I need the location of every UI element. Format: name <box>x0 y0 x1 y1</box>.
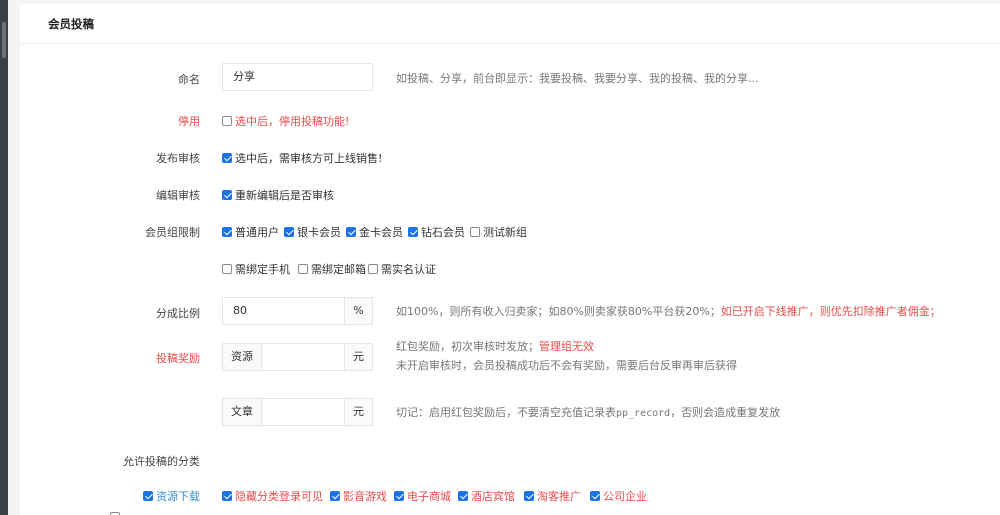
require-checkbox[interactable] <box>222 264 232 274</box>
app-sidebar-edge <box>0 0 8 515</box>
group-checkbox[interactable] <box>222 227 232 237</box>
edit-review-label: 编辑审核 <box>156 189 200 202</box>
disable-label: 停用 <box>178 115 200 128</box>
resource-unit: 元 <box>344 343 373 371</box>
group-option-test[interactable]: 测试新组 <box>470 224 527 240</box>
group-checkbox[interactable] <box>470 227 480 237</box>
require-realname-option[interactable]: 需实名认证 <box>368 261 436 277</box>
share-ratio-input[interactable]: 80 <box>222 297 345 325</box>
publish-review-checkbox[interactable] <box>222 153 232 163</box>
require-email-option[interactable]: 需绑定邮箱 <box>298 261 366 277</box>
percent-addon: % <box>344 297 373 325</box>
name-hint: 如投稿、分享，前台即显示：我要投稿、我要分享、我的投稿、我的分享... <box>396 72 759 85</box>
name-label: 命名 <box>178 73 200 86</box>
resource-reward-input[interactable] <box>261 343 345 371</box>
disable-text: 选中后，停用投稿功能! <box>235 115 350 128</box>
category-company[interactable]: 公司企业 <box>590 488 647 504</box>
category-checkbox[interactable] <box>394 491 404 501</box>
group-option-silver[interactable]: 银卡会员 <box>284 224 341 240</box>
reward-label: 投稿奖励 <box>156 352 200 365</box>
require-checkbox[interactable] <box>298 264 308 274</box>
category-parent-resource[interactable]: 资源下载 <box>143 488 200 504</box>
share-ratio-label: 分成比例 <box>156 307 200 320</box>
category-taoke[interactable]: 淘客推广 <box>524 488 581 504</box>
article-unit: 元 <box>344 398 373 426</box>
reward-hint-2: 未开启审核时，会员投稿成功后不会有奖励，需要后台反审再审后获得 <box>396 359 737 372</box>
publish-review-option[interactable]: 选中后，需审核方可上线销售! <box>222 150 382 166</box>
group-option-gold[interactable]: 金卡会员 <box>346 224 403 240</box>
sidebar-scroll-handle[interactable] <box>2 22 6 58</box>
share-ratio-hint: 如100%，则所有收入归卖家；如80%则卖家获80%平台获20%；如已开启下线推… <box>396 305 941 318</box>
name-input[interactable]: 分享 <box>222 63 373 91</box>
article-prefix: 文章 <box>222 398 262 426</box>
disable-option[interactable]: 选中后，停用投稿功能! <box>222 113 349 129</box>
panel-title: 会员投稿 <box>20 4 1000 44</box>
category-checkbox[interactable] <box>222 491 232 501</box>
group-checkbox[interactable] <box>346 227 356 237</box>
category-checkbox[interactable] <box>524 491 534 501</box>
member-group-label: 会员组限制 <box>145 226 200 239</box>
edit-review-option[interactable]: 重新编辑后是否审核 <box>222 187 334 203</box>
resource-prefix: 资源 <box>222 343 262 371</box>
member-submission-panel: 会员投稿 命名 分享 如投稿、分享，前台即显示：我要投稿、我要分享、我的投稿、我… <box>20 4 1000 515</box>
category-checkbox[interactable] <box>590 491 600 501</box>
category-hotel[interactable]: 酒店宾馆 <box>458 488 515 504</box>
reward-hint-3: 切记：启用红包奖励后，不要清空充值记录表pp_record，否则会造成重复发放 <box>396 406 781 419</box>
category-next-row[interactable] <box>110 511 123 515</box>
require-phone-option[interactable]: 需绑定手机 <box>222 261 290 277</box>
category-hidden[interactable]: 隐藏分类登录可见 <box>222 488 323 504</box>
edit-review-checkbox[interactable] <box>222 190 232 200</box>
article-reward-input[interactable] <box>261 398 345 426</box>
disable-checkbox[interactable] <box>222 116 232 126</box>
category-media-games[interactable]: 影音游戏 <box>330 488 387 504</box>
edit-review-text: 重新编辑后是否审核 <box>235 189 334 202</box>
group-option-normal[interactable]: 普通用户 <box>222 224 279 240</box>
category-checkbox[interactable] <box>330 491 340 501</box>
group-checkbox[interactable] <box>408 227 418 237</box>
reward-hint-1: 红包奖励，初次审核时发放；管理组无效 <box>396 340 594 353</box>
category-ecommerce[interactable]: 电子商城 <box>394 488 451 504</box>
publish-review-label: 发布审核 <box>156 152 200 165</box>
group-option-diamond[interactable]: 钻石会员 <box>408 224 465 240</box>
category-checkbox[interactable] <box>143 491 153 501</box>
group-checkbox[interactable] <box>284 227 294 237</box>
categories-label: 允许投稿的分类 <box>123 455 200 468</box>
publish-review-text: 选中后，需审核方可上线销售! <box>235 152 383 165</box>
require-checkbox[interactable] <box>368 264 378 274</box>
category-checkbox[interactable] <box>458 491 468 501</box>
